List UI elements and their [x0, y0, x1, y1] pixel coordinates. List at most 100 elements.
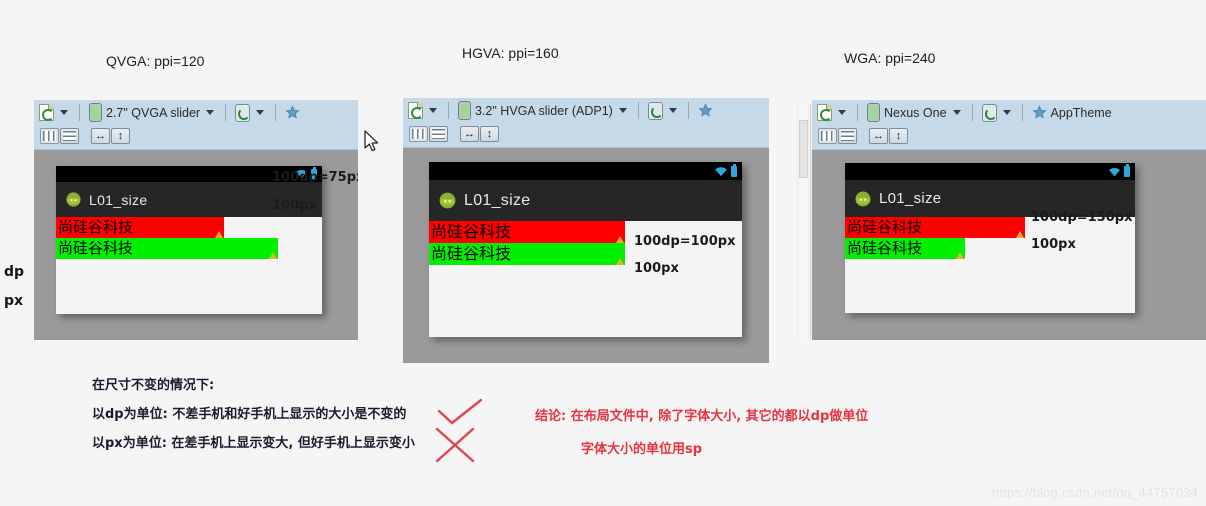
- measure-dp: 100dp=150px: [1031, 210, 1133, 225]
- rows-layout-icon[interactable]: [60, 128, 79, 144]
- warning-icon: [616, 236, 624, 243]
- fit-height-icon[interactable]: ↕: [480, 126, 499, 142]
- preview-toolbar: 3.2" HVGA slider (ADP1) ↔ ↕: [403, 98, 769, 148]
- preview-toolbar: Nexus One AppTheme ↔ ↕: [812, 100, 1206, 150]
- android-robot-icon: [66, 192, 81, 207]
- bar-label-px: 尚硅谷科技: [58, 239, 134, 257]
- screenshot-root: QVGA: ppi=120 HGVA: ppi=160 WGA: ppi=240…: [0, 0, 1206, 506]
- chevron-down-icon[interactable]: [60, 110, 68, 115]
- toolbar-divider: [275, 104, 277, 121]
- chevron-down-icon[interactable]: [668, 108, 677, 113]
- device-icon: [458, 101, 471, 120]
- warning-icon: [269, 252, 277, 259]
- toolbar-divider: [637, 102, 639, 119]
- toolbar-divider: [857, 104, 858, 121]
- device-name-label[interactable]: Nexus One: [884, 106, 947, 120]
- android-action-bar: L01_size: [429, 180, 742, 221]
- toolbar-divider: [225, 104, 227, 121]
- preview-toolbar: 2.7" QVGA slider ↔ ↕: [34, 100, 358, 150]
- battery-icon: [1124, 164, 1130, 177]
- chevron-down-icon[interactable]: [256, 110, 265, 115]
- rows-layout-icon[interactable]: [429, 126, 448, 142]
- config-file-icon[interactable]: [817, 104, 832, 121]
- device-frame: L01_size 尚硅谷科技 尚硅谷科技: [845, 163, 1135, 313]
- panel-heading-hvga: HGVA: ppi=160: [462, 45, 559, 61]
- bar-px: 尚硅谷科技: [845, 238, 965, 259]
- device-icon: [89, 103, 102, 122]
- bar-label-px: 尚硅谷科技: [847, 239, 923, 257]
- preview-scrollbar[interactable]: [797, 104, 811, 339]
- device-name-label[interactable]: 3.2" HVGA slider (ADP1): [475, 104, 613, 118]
- toolbar-row-secondary: ↔ ↕: [34, 125, 358, 147]
- measure-px: 100px: [1031, 237, 1076, 252]
- layout-mode-group: [40, 128, 79, 144]
- android-robot-icon: [439, 192, 456, 209]
- fit-height-icon[interactable]: ↕: [111, 128, 130, 144]
- wifi-icon: [1109, 167, 1120, 176]
- bar-label-dp: 尚硅谷科技: [431, 222, 512, 241]
- fit-width-icon[interactable]: ↔: [869, 128, 888, 144]
- bar-px: 尚硅谷科技: [56, 238, 278, 259]
- chevron-down-icon[interactable]: [838, 110, 846, 115]
- battery-icon: [731, 163, 737, 177]
- chevron-down-icon[interactable]: [1002, 110, 1011, 115]
- fit-mode-group: ↔ ↕: [91, 128, 130, 144]
- layout-mode-group: [409, 126, 448, 142]
- fit-width-icon[interactable]: ↔: [460, 126, 479, 142]
- conclusion-line-1: 结论: 在布局文件中, 除了字体大小, 其它的都以dp做单位: [535, 409, 869, 424]
- columns-layout-icon[interactable]: [818, 128, 837, 144]
- layout-preview-panel-qvga: 2.7" QVGA slider ↔ ↕ L01_size 尚硅谷科技 尚硅谷科…: [34, 100, 358, 340]
- toolbar-divider: [1021, 104, 1023, 121]
- app-title: L01_size: [879, 190, 942, 207]
- device-name-label[interactable]: 2.7" QVGA slider: [106, 106, 200, 120]
- rotate-icon[interactable]: [981, 103, 997, 122]
- bar-dp: 尚硅谷科技: [429, 221, 625, 243]
- bar-label-dp: 尚硅谷科技: [58, 218, 134, 236]
- columns-layout-icon[interactable]: [409, 126, 428, 142]
- panel-heading-qvga: QVGA: ppi=120: [106, 53, 205, 69]
- columns-layout-icon[interactable]: [40, 128, 59, 144]
- chevron-down-icon[interactable]: [952, 110, 961, 115]
- annotation-line-1: 在尺寸不变的情况下:: [92, 378, 215, 393]
- config-file-icon[interactable]: [408, 102, 423, 119]
- toolbar-row-secondary: ↔ ↕: [403, 123, 769, 145]
- wifi-icon: [715, 166, 727, 176]
- chevron-down-icon[interactable]: [429, 108, 437, 113]
- star-icon[interactable]: [285, 105, 300, 120]
- android-robot-icon: [855, 191, 871, 206]
- fit-height-icon[interactable]: ↕: [889, 128, 908, 144]
- preview-canvas: L01_size 尚硅谷科技 尚硅谷科技 100dp=150px 100px: [812, 150, 1206, 340]
- theme-label[interactable]: AppTheme: [1051, 106, 1112, 120]
- annotation-line-3: 以px为单位: 在差手机上显示变大, 但好手机上显示变小: [92, 436, 415, 451]
- conclusion-line-2: 字体大小的单位用sp: [581, 442, 703, 457]
- toolbar-row-primary: 2.7" QVGA slider: [34, 100, 358, 125]
- toolbar-divider: [448, 102, 449, 119]
- chevron-down-icon[interactable]: [618, 108, 627, 113]
- rotate-icon[interactable]: [235, 103, 251, 122]
- fit-width-icon[interactable]: ↔: [91, 128, 110, 144]
- chevron-down-icon[interactable]: [206, 110, 215, 115]
- star-icon[interactable]: [1032, 105, 1047, 120]
- scrollbar-thumb[interactable]: [799, 120, 808, 178]
- android-status-bar: [845, 163, 1135, 180]
- check-mark: [437, 398, 483, 425]
- config-file-icon[interactable]: [39, 104, 54, 121]
- layout-content: 尚硅谷科技 尚硅谷科技: [56, 217, 322, 314]
- bar-dp: 尚硅谷科技: [56, 217, 224, 238]
- preview-canvas: L01_size 尚硅谷科技 尚硅谷科技 100dp=75px 100px: [34, 150, 358, 340]
- fit-mode-group: ↔ ↕: [460, 126, 499, 142]
- toolbar-row-secondary: ↔ ↕: [812, 125, 1206, 147]
- preview-canvas: L01_size 尚硅谷科技 尚硅谷科技 100dp=100px 100px: [403, 148, 769, 363]
- side-label-dp: dp: [4, 264, 25, 280]
- layout-preview-panel-wga: Nexus One AppTheme ↔ ↕ L01_size 尚硅谷科技 尚硅…: [812, 100, 1206, 340]
- measure-px: 100px: [272, 198, 317, 213]
- bar-px: 尚硅谷科技: [429, 243, 625, 265]
- star-icon[interactable]: [698, 103, 713, 118]
- rotate-icon[interactable]: [647, 101, 663, 120]
- app-title: L01_size: [464, 191, 531, 209]
- toolbar-divider: [79, 104, 80, 121]
- device-frame: L01_size 尚硅谷科技 尚硅谷科技: [56, 166, 322, 314]
- bar-dp: 尚硅谷科技: [845, 217, 1025, 238]
- rows-layout-icon[interactable]: [838, 128, 857, 144]
- watermark: https://blog.csdn.net/qq_44757034: [991, 485, 1198, 500]
